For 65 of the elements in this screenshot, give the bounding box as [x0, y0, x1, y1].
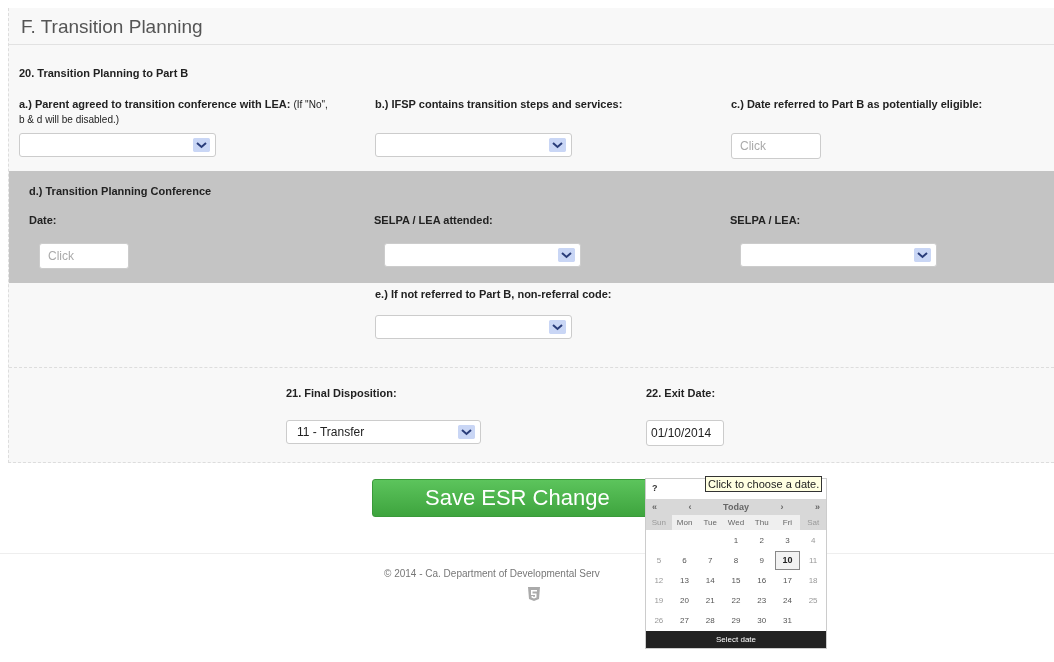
nav-button[interactable]: »	[815, 502, 820, 512]
field-label: 22. Exit Date:	[646, 386, 717, 401]
chevron-down-icon	[458, 425, 475, 439]
weekday-label: Thu	[748, 515, 775, 530]
day-cell[interactable]: 3	[774, 535, 801, 545]
day-cell[interactable]: 8	[723, 555, 749, 565]
nav-button[interactable]: Today	[723, 502, 749, 512]
day-cell[interactable]: 15	[723, 575, 749, 585]
nav-button[interactable]: ›	[780, 502, 784, 512]
date-field[interactable]: 01/10/2014	[646, 420, 724, 446]
day-cell[interactable]: 31	[774, 615, 801, 625]
chevron-down-icon	[549, 138, 566, 152]
dropdown[interactable]	[375, 133, 572, 157]
help-button[interactable]: ?	[652, 483, 658, 493]
field-label: SELPA / LEA attended:	[374, 213, 494, 228]
nav-button[interactable]: «	[652, 502, 657, 512]
day-cell[interactable]: 7	[697, 555, 724, 565]
day-cell[interactable]: 2	[748, 535, 775, 545]
chevron-down-icon	[914, 248, 931, 262]
date-field[interactable]: Click	[731, 133, 821, 159]
section-title: F. Transition Planning	[9, 8, 1054, 45]
chevron-down-icon	[558, 248, 575, 262]
day-cell[interactable]: 14	[697, 575, 724, 585]
day-cell[interactable]: 21	[697, 595, 724, 605]
dropdown[interactable]	[740, 243, 937, 267]
field-label: c.) Date referred to Part B as potentially eligible:	[731, 97, 984, 112]
day-cell[interactable]: 27	[671, 615, 698, 625]
select-date-button[interactable]: Select date	[646, 631, 826, 648]
chevron-down-icon	[549, 320, 566, 334]
weekday-label: Wed	[723, 515, 749, 530]
weekday-label: Mon	[671, 515, 698, 530]
field-label: 21. Final Disposition:	[286, 386, 398, 401]
day-cell[interactable]: 28	[697, 615, 724, 625]
day-cell[interactable]: 6	[671, 555, 698, 565]
copyright-text: © 2014 - Ca. Department of Developmental Serv	[383, 568, 601, 579]
nav-button[interactable]: ‹	[688, 502, 692, 512]
weekday-label: Tue	[697, 515, 724, 530]
field-label: Date:	[29, 213, 58, 228]
question-title: 20. Transition Planning to Part B	[19, 67, 190, 79]
panel-title: d.) Transition Planning Conference	[29, 185, 213, 197]
dropdown[interactable]	[375, 315, 572, 339]
weekday-label: Fri	[774, 515, 801, 530]
dropdown[interactable]: 11 - Transfer	[286, 420, 481, 444]
date-field[interactable]: Click	[39, 243, 129, 269]
field-label: b.) IFSP contains transition steps and services:	[375, 97, 624, 112]
day-cell[interactable]: 1	[723, 535, 749, 545]
field-label: e.) If not referred to Part B, non-referral code:	[375, 287, 613, 301]
day-cell[interactable]: 23	[748, 595, 775, 605]
day-cell[interactable]: 29	[723, 615, 749, 625]
dropdown[interactable]	[384, 243, 581, 267]
day-cell[interactable]: 9	[748, 555, 775, 565]
day-cell[interactable]: 17	[774, 575, 801, 585]
dropdown[interactable]	[19, 133, 216, 157]
chevron-down-icon	[193, 138, 210, 152]
day-cell[interactable]: 16	[748, 575, 775, 585]
day-cell[interactable]: 13	[671, 575, 698, 585]
day-cell[interactable]: 24	[774, 595, 801, 605]
tooltip: Click to choose a date.	[705, 476, 823, 492]
field-label: a.) Parent agreed to transition conference with LEA: (If "No", b & d will be disabled.)	[19, 97, 329, 125]
day-cell[interactable]: 30	[748, 615, 775, 625]
day-cell[interactable]: 20	[671, 595, 698, 605]
day-cell[interactable]: 22	[723, 595, 749, 605]
field-label: SELPA / LEA:	[730, 213, 802, 228]
shield-icon	[528, 587, 540, 601]
day-cell[interactable]: 10	[774, 550, 801, 570]
